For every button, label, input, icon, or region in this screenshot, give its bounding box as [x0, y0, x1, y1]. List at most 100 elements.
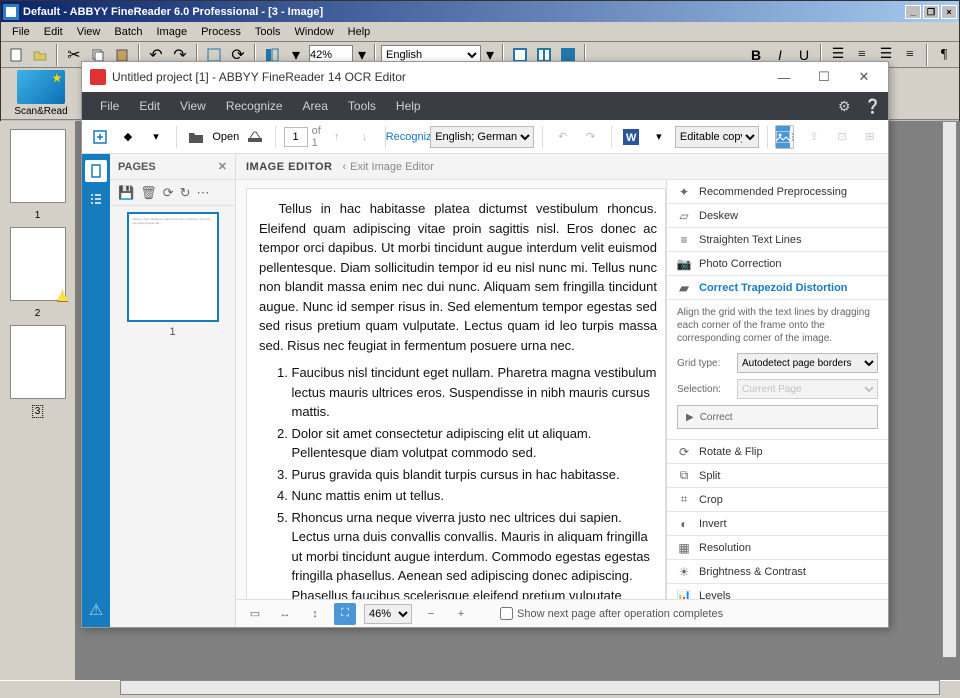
align-justify-icon[interactable]: ≡	[899, 44, 921, 66]
footer-zoom-select[interactable]: 46%	[364, 604, 412, 624]
imenu-help[interactable]: Help	[386, 95, 431, 117]
editor-header: IMAGE EDITOR ‹ Exit Image Editor	[236, 154, 888, 180]
settings-icon[interactable]: ⚙	[828, 94, 854, 119]
redo-icon[interactable]: ↷	[579, 124, 603, 150]
more-icon[interactable]: ⋯	[197, 185, 210, 201]
new-icon[interactable]	[5, 44, 27, 66]
menu-batch[interactable]: Batch	[107, 24, 149, 40]
page-number-input[interactable]	[284, 127, 308, 147]
layers-icon[interactable]: ◆	[116, 124, 140, 150]
send3-icon[interactable]: ⊞	[858, 124, 882, 150]
page-thumb-1[interactable]: Tellus in hac habitasse platea dictumst …	[127, 212, 219, 322]
outer-thumbnail-strip: 1 2 3	[0, 121, 76, 680]
imenu-recognize[interactable]: Recognize	[216, 95, 293, 117]
tool-resolution[interactable]: ▦Resolution	[667, 536, 888, 560]
tool-split[interactable]: ⧉Split	[667, 464, 888, 488]
thumb-3[interactable]	[10, 325, 66, 399]
close-pages-icon[interactable]: ✕	[218, 160, 227, 173]
help-icon[interactable]: ❔	[854, 94, 880, 119]
fit-horiz-icon[interactable]: ↔	[274, 603, 296, 625]
refresh-icon[interactable]: ↻	[180, 185, 191, 201]
exit-image-editor-button[interactable]: ‹ Exit Image Editor	[342, 161, 433, 173]
menu-edit[interactable]: Edit	[37, 24, 70, 40]
menu-process[interactable]: Process	[194, 24, 248, 40]
add-page-icon[interactable]	[88, 124, 112, 150]
fit-screen-icon[interactable]: ⛶	[334, 603, 356, 625]
zoom-out-icon[interactable]: −	[420, 603, 442, 625]
fit-vert-icon[interactable]: ↕	[304, 603, 326, 625]
imenu-view[interactable]: View	[170, 95, 216, 117]
imenu-edit[interactable]: Edit	[129, 95, 170, 117]
delete-icon[interactable]: 🗑	[140, 185, 157, 201]
inner-close-button[interactable]: ✕	[844, 63, 884, 91]
thumb-2[interactable]	[10, 227, 66, 301]
menu-view[interactable]: View	[70, 24, 108, 40]
page-up-icon[interactable]: ↑	[325, 124, 349, 150]
thumb-1[interactable]	[10, 129, 66, 203]
show-next-page-checkbox[interactable]: Show next page after operation completes	[500, 607, 723, 620]
word-drop-icon[interactable]: ▾	[647, 124, 671, 150]
send1-icon[interactable]: ⇪	[802, 124, 826, 150]
show-next-check[interactable]	[500, 607, 513, 620]
pilcrow-icon[interactable]: ¶	[933, 44, 955, 66]
page-thumb-1-label: 1	[118, 326, 227, 338]
menu-tools[interactable]: Tools	[248, 24, 288, 40]
inner-maximize-button[interactable]: ☐	[804, 63, 844, 91]
tool-straighten[interactable]: ≡Straighten Text Lines	[667, 228, 888, 252]
open-icon[interactable]	[29, 44, 51, 66]
imenu-tools[interactable]: Tools	[338, 95, 386, 117]
send2-icon[interactable]: ⊡	[830, 124, 854, 150]
tool-crop[interactable]: ⌗Crop	[667, 488, 888, 512]
mode-select[interactable]: Editable copy	[675, 126, 759, 148]
horizontal-scrollbar[interactable]	[120, 680, 940, 695]
document-pane[interactable]: Tellus in hac habitasse platea dictumst …	[236, 180, 666, 599]
selection-select[interactable]: Current Page	[737, 379, 878, 399]
list-tab-icon[interactable]	[85, 188, 107, 210]
fit-width-icon[interactable]: ▭	[244, 603, 266, 625]
tool-levels[interactable]: 📊Levels	[667, 584, 888, 599]
warning-tab-icon[interactable]: ⚠	[85, 599, 107, 621]
outer-titlebar: Default - ABBYY FineReader 6.0 Professio…	[1, 1, 959, 22]
folder-icon[interactable]	[184, 124, 208, 150]
menu-help[interactable]: Help	[341, 24, 378, 40]
imenu-file[interactable]: File	[90, 95, 129, 117]
menu-file[interactable]: File	[5, 24, 37, 40]
minimize-button[interactable]: _	[905, 5, 921, 19]
undo-icon[interactable]: ↶	[551, 124, 575, 150]
open-label[interactable]: Open	[212, 131, 239, 143]
scanread-button[interactable]: Scan&Read	[5, 70, 77, 117]
trapezoid-hint: Align the grid with the text lines by dr…	[677, 306, 878, 345]
pages-thumb-area: Tellus in hac habitasse platea dictumst …	[110, 206, 235, 627]
scanner-icon[interactable]	[243, 124, 267, 150]
zoom-in-icon[interactable]: +	[450, 603, 472, 625]
grid-type-select[interactable]: Autodetect page borders	[737, 353, 878, 373]
rotate-icon[interactable]: ⟳	[163, 185, 174, 201]
tool-deskew[interactable]: ▱Deskew	[667, 204, 888, 228]
word-icon[interactable]: W	[619, 124, 643, 150]
view-text-icon[interactable]	[790, 126, 794, 148]
inner-minimize-button[interactable]: —	[764, 63, 804, 91]
vertical-scrollbar[interactable]	[942, 121, 957, 658]
languages-select[interactable]: English; German	[430, 126, 534, 148]
list-item: Dolor sit amet consectetur adipiscing el…	[292, 424, 658, 463]
menu-image[interactable]: Image	[150, 24, 195, 40]
tool-trapezoid[interactable]: ▰Correct Trapezoid Distortion	[667, 276, 888, 300]
correct-button[interactable]: ▶ Correct	[677, 405, 878, 429]
tool-invert[interactable]: ◐Invert	[667, 512, 888, 536]
close-button[interactable]: ×	[941, 5, 957, 19]
down-icon[interactable]: ▾	[144, 124, 168, 150]
pages-tab-icon[interactable]	[85, 160, 107, 182]
restore-button[interactable]: ❐	[923, 5, 939, 19]
menu-window[interactable]: Window	[288, 24, 341, 40]
recognize-button[interactable]: A Recognize	[393, 124, 426, 150]
view-image-icon[interactable]	[776, 126, 790, 148]
tool-recommended-preprocessing[interactable]: ✦Recommended Preprocessing	[667, 180, 888, 204]
save-icon[interactable]: 💾	[118, 185, 134, 201]
tool-brightness[interactable]: ☀Brightness & Contrast	[667, 560, 888, 584]
tool-photo-correction[interactable]: 📷Photo Correction	[667, 252, 888, 276]
page-down-icon[interactable]: ↓	[353, 124, 377, 150]
list-item: Faucibus nisl tincidunt eget nullam. Pha…	[292, 363, 658, 422]
tool-rotate-flip[interactable]: ⟳Rotate & Flip	[667, 440, 888, 464]
invert-icon: ◐	[677, 517, 691, 531]
imenu-area[interactable]: Area	[293, 95, 338, 117]
